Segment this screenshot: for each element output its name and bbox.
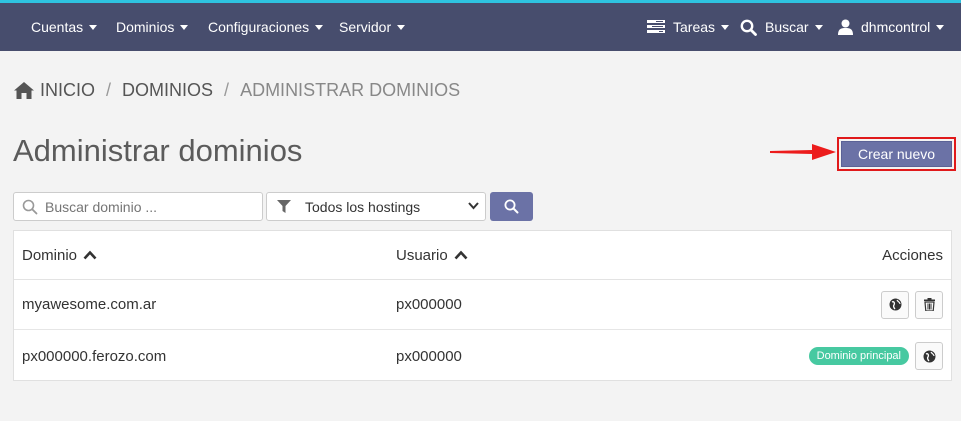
actions-cell: Dominio principal bbox=[808, 342, 943, 370]
table-header: Dominio Usuario Acciones bbox=[14, 231, 951, 280]
column-user-header[interactable]: Usuario bbox=[396, 247, 468, 264]
arrow-annotation-icon bbox=[770, 144, 836, 160]
breadcrumb-separator: / bbox=[106, 80, 112, 100]
domain-search-input[interactable] bbox=[45, 198, 255, 215]
caret-down-icon bbox=[89, 24, 98, 30]
user-cell: px000000 bbox=[396, 347, 462, 365]
trash-icon bbox=[923, 298, 935, 311]
caret-down-icon bbox=[315, 24, 324, 30]
caret-down-icon bbox=[180, 24, 189, 30]
home-icon[interactable] bbox=[14, 82, 34, 99]
caret-down-icon bbox=[814, 24, 823, 30]
breadcrumb: INICIO / DOMINIOS / ADMINISTRAR DOMINIOS bbox=[14, 80, 460, 101]
delete-button[interactable] bbox=[915, 290, 943, 319]
filter-icon bbox=[277, 200, 291, 213]
domain-search-field[interactable] bbox=[13, 192, 263, 221]
column-actions-header: Acciones bbox=[882, 246, 943, 264]
nav-dominios[interactable]: Dominios bbox=[116, 3, 189, 51]
nav-tareas[interactable]: Tareas bbox=[647, 3, 730, 51]
caret-down-icon bbox=[721, 24, 730, 30]
breadcrumb-current: ADMINISTRAR DOMINIOS bbox=[240, 80, 461, 100]
create-button-highlight: Crear nuevo bbox=[837, 137, 956, 171]
nav-cuentas[interactable]: Cuentas bbox=[31, 3, 98, 51]
actions-cell bbox=[875, 290, 943, 319]
caret-down-icon bbox=[936, 24, 945, 30]
search-icon bbox=[504, 199, 519, 214]
table-row: myawesome.com.ar px000000 bbox=[14, 280, 951, 330]
domain-cell: myawesome.com.ar bbox=[22, 296, 157, 313]
user-cell: px000000 bbox=[396, 296, 462, 313]
nav-configuraciones[interactable]: Configuraciones bbox=[208, 3, 324, 51]
globe-icon bbox=[889, 298, 901, 311]
create-new-button[interactable]: Crear nuevo bbox=[841, 141, 952, 167]
breadcrumb-inicio[interactable]: INICIO bbox=[40, 80, 95, 101]
hosting-select[interactable]: Todos los hostings bbox=[266, 192, 486, 221]
search-icon bbox=[740, 19, 757, 36]
breadcrumb-separator: / bbox=[224, 80, 230, 100]
open-site-button[interactable] bbox=[881, 290, 909, 319]
top-navbar: Cuentas Dominios Configuraciones Servido… bbox=[0, 3, 961, 51]
search-button[interactable] bbox=[490, 192, 533, 221]
sort-up-icon bbox=[454, 250, 468, 260]
globe-icon bbox=[923, 350, 935, 362]
open-site-button[interactable] bbox=[915, 342, 943, 370]
nav-buscar[interactable]: Buscar bbox=[740, 3, 823, 51]
search-icon bbox=[22, 199, 38, 215]
caret-down-icon bbox=[397, 24, 406, 30]
nav-user[interactable]: dhmcontrol bbox=[838, 3, 945, 51]
chevron-down-icon bbox=[468, 202, 479, 210]
hosting-select-value: Todos los hostings bbox=[305, 198, 421, 215]
sort-up-icon bbox=[83, 250, 97, 260]
domain-cell: px000000.ferozo.com bbox=[22, 347, 167, 365]
domains-table: Dominio Usuario Acciones myawesome.com.a… bbox=[13, 230, 952, 381]
main-domain-badge: Dominio principal bbox=[808, 347, 909, 365]
breadcrumb-dominios[interactable]: DOMINIOS bbox=[122, 80, 213, 101]
user-icon bbox=[838, 19, 853, 35]
page-title: Administrar dominios bbox=[13, 133, 303, 168]
table-row: px000000.ferozo.com px000000 Dominio pri… bbox=[14, 331, 951, 381]
tasks-icon bbox=[647, 20, 665, 34]
nav-servidor[interactable]: Servidor bbox=[339, 3, 406, 51]
column-domain-header[interactable]: Dominio bbox=[22, 247, 97, 264]
